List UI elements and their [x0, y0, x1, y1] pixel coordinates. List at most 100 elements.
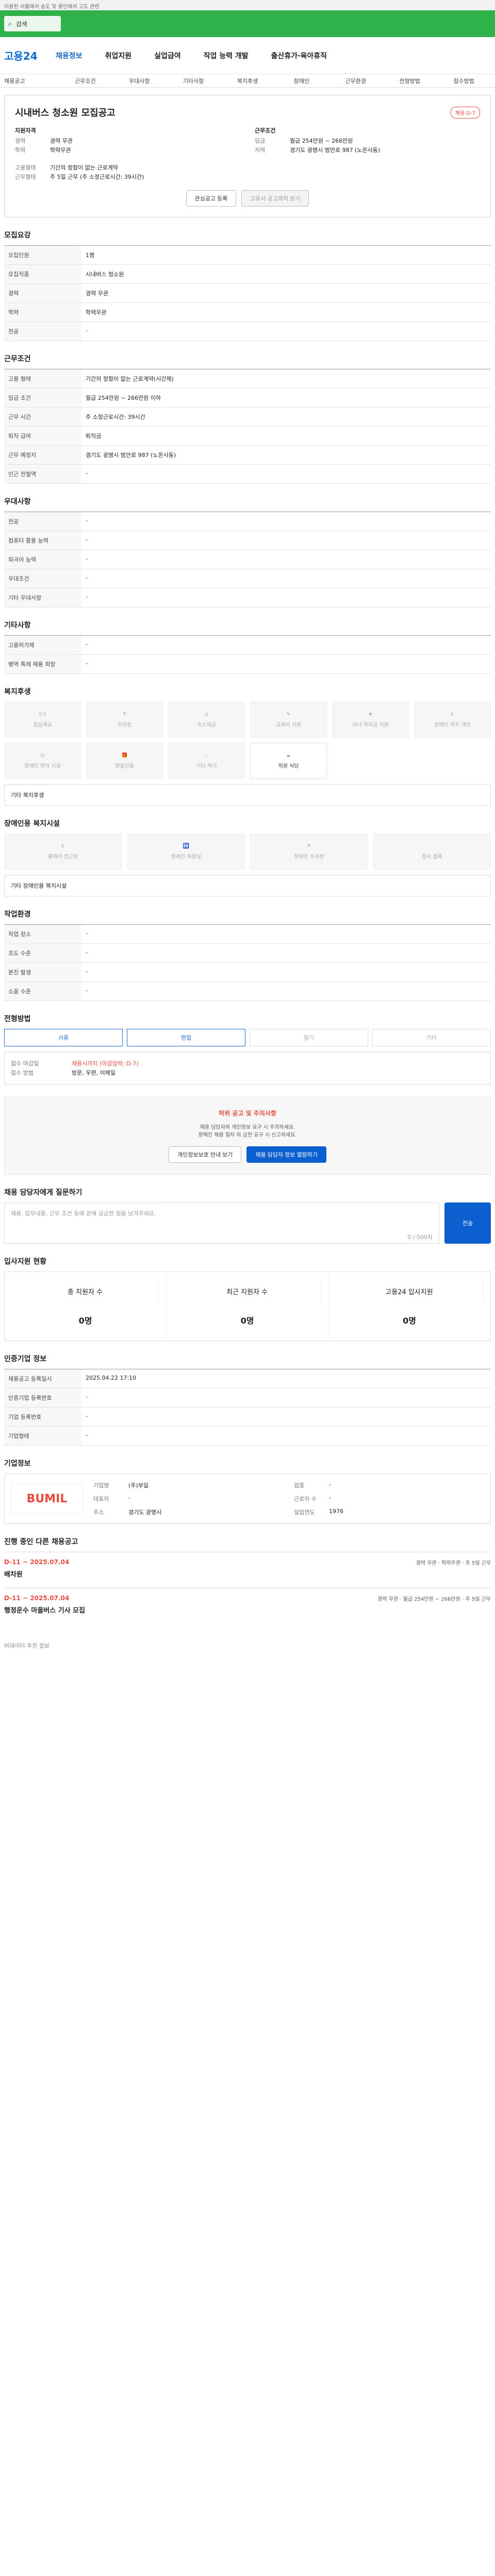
summary-key: 학력 [15, 147, 26, 154]
summary-key: 임금 [255, 138, 266, 144]
welfare-item: 🎁 명절선물 [86, 743, 163, 779]
table-key: 퇴직 급여 [4, 426, 81, 446]
table-row: 우대조건 - [4, 569, 491, 588]
etc-table: 고용허가제 - 병역 특례 채용 희망 - [4, 635, 491, 674]
question-counter: 0 / 500자 [407, 1234, 433, 1241]
table-key: 모집직종 [4, 264, 81, 284]
related-job[interactable]: D-11 ~ 2025.07.04 배차원 경력 무관 · 학력무관 · 주 5… [4, 1552, 491, 1588]
gnb-item[interactable]: 채용정보 [56, 50, 82, 61]
related-job-main: D-11 ~ 2025.07.04 배차원 [4, 1558, 406, 1582]
related-job-title[interactable]: 배차원 [4, 1569, 406, 1579]
table-value: - [81, 962, 491, 982]
summary-value: 경기도 광명시 범안로 987 (노온사동) [290, 147, 381, 154]
summary-value: 학력무관 [50, 147, 71, 154]
gnb-item[interactable]: 직업 능력 개발 [204, 50, 249, 61]
company-value: - [128, 1495, 130, 1501]
disability-item: ⋯ 점자 블록 [373, 834, 491, 870]
table-row: 조도 수준 - [4, 943, 491, 963]
braille-icon: ⋯ [429, 843, 435, 849]
favorite-button[interactable]: 관심공고 등록 [186, 190, 237, 207]
search-box[interactable]: ⌕ 검색 [4, 16, 61, 31]
alert-actions: 개인정보보호 안내 보기 채용 담당자 정보 열람하기 [16, 1146, 479, 1163]
table-key: 근무 예정지 [4, 445, 81, 465]
gnb: 채용정보 취업지원 실업급여 직업 능력 개발 출산휴가·육아휴직 [56, 50, 327, 61]
pref-table: 전공 - 컴퓨터 활용 능력 - 외국어 능력 - 우대조건 - 기타 우대사항 - [4, 512, 491, 607]
site-logo[interactable]: 고용24 [4, 48, 40, 63]
sub-nav-item[interactable]: 우대사항 [112, 77, 167, 85]
table-key: 고용 형태 [4, 369, 81, 388]
stat-label: 총 지원자 수 [12, 1279, 159, 1303]
gnb-item[interactable]: 출산휴가·육아휴직 [271, 50, 327, 61]
sub-nav-item[interactable]: 채용공고 [4, 77, 58, 85]
related-section: 진행 중인 다른 채용공고 D-11 ~ 2025.07.04 배차원 경력 무… [4, 1536, 491, 1624]
table-key: 임금 조건 [4, 388, 81, 408]
related-job-title[interactable]: 행정운수 마을버스 기사 모집 [4, 1605, 367, 1615]
similar-jobs-button[interactable]: 고유사 공고까지 보기 [241, 190, 309, 207]
bigdata-footer: 비대이터 추천 정보 [4, 1636, 491, 1655]
table-value: 경기도 광명시 범안로 987 (노온사동) [81, 445, 491, 465]
summary-left-label: 지원자격 [15, 127, 36, 134]
method-tab[interactable]: 서류 [4, 1029, 123, 1046]
fraud-alert: 허위 공고 및 주의사항 채용 담당자와 개인정보 요구 시 주의하세요. 정해… [4, 1097, 491, 1175]
disability-item: P 장애인 주차장 [250, 834, 368, 870]
disability-label: 장애인 주차장 [294, 854, 324, 860]
table-value: 1명 [81, 245, 491, 265]
question-textarea[interactable]: 채용, 업무내용, 근무 조건 등에 관해 궁금한 점을 남겨주세요. 0 / 5… [4, 1202, 439, 1244]
table-key: 소음 수준 [4, 981, 81, 1001]
section-title: 입사지원 현황 [4, 1258, 47, 1266]
table-key: 경력 [4, 283, 81, 303]
table-value: - [81, 569, 491, 588]
sub-nav-item[interactable]: 전형방법 [383, 77, 437, 85]
welfare-item: P 주차장 [86, 702, 163, 738]
pref-section: 우대사항 전공 - 컴퓨터 활용 능력 - 외국어 능력 - 우대조건 - 기타 우대사… [4, 496, 491, 607]
toilet-icon: 🚻 [183, 843, 189, 849]
gift-icon: 🎁 [121, 753, 128, 758]
sub-nav-item[interactable]: 기타사항 [167, 77, 221, 85]
contact-info-button[interactable]: 채용 담당자 정보 열람하기 [246, 1146, 326, 1163]
section-title: 채용 담당자에게 질문하기 [4, 1189, 82, 1197]
related-job[interactable]: D-11 ~ 2025.07.04 행정운수 마을버스 기사 모집 경력 무관 … [4, 1588, 491, 1624]
sub-nav-item[interactable]: 근무조건 [58, 77, 112, 85]
method-tab[interactable]: 기타 [372, 1029, 491, 1046]
table-value: 퇴직금 [81, 426, 491, 446]
company-info: 기업명 (주)부일 업종 - 대표자 - 근로자 수 - 주소 경기도 광명시 설립연도 1… [93, 1480, 484, 1517]
method-tab[interactable]: 필기 [250, 1029, 368, 1046]
table-row: 전공 - [4, 321, 491, 341]
send-button[interactable]: 전송 [444, 1202, 491, 1244]
parking-icon: P [307, 843, 311, 849]
table-value: - [81, 588, 491, 607]
sub-nav-item[interactable]: 접수방법 [437, 77, 491, 85]
apply-value: 채용시까지 (마감임박: D-7) [72, 1060, 139, 1067]
topbar-text: 이용된 서울에서 송도 및 용인에서 고도 관련 [4, 4, 100, 10]
summary-key: 근무형태 [15, 174, 36, 180]
welfare-item: ☕ 직원 식당 [250, 743, 327, 779]
sub-nav-item[interactable]: 복지후생 [221, 77, 275, 85]
company-section: 기업정보 BUMIL 기업명 (주)부일 업종 - 대표자 - 근로자 수 - 주소 경기… [4, 1458, 491, 1524]
sub-nav-item[interactable]: 근무환경 [328, 77, 383, 85]
table-row: 모집인원 1명 [4, 245, 491, 265]
summary-actions: 관심공고 등록 고유사 공고까지 보기 [15, 190, 480, 207]
method-tab[interactable]: 면접 [127, 1029, 245, 1046]
welfare-label: 명절선물 [115, 764, 134, 769]
welfare-label: 점심제공 [33, 722, 52, 728]
summary-right-label: 근무조건 [255, 127, 276, 134]
dday-badge: 채용 D-7 [450, 106, 480, 118]
table-value: - [81, 512, 491, 531]
table-key: 인근 전철역 [4, 464, 81, 484]
table-value: - [81, 464, 491, 484]
table-value: 월급 254만원 ~ 266만원 이하 [81, 388, 491, 408]
table-row: 분진 발생 - [4, 962, 491, 982]
company-value: 1976 [329, 1508, 343, 1515]
table-key: 기업형태 [4, 1426, 81, 1446]
sub-nav-item[interactable]: 장애인 [274, 77, 328, 85]
gnb-item[interactable]: 취업지원 [105, 50, 132, 61]
table-value: 2025.04.22 17:10 [81, 1369, 491, 1388]
company-key: 주소 [93, 1509, 104, 1516]
privacy-button[interactable]: 개인정보보호 안내 보기 [169, 1146, 242, 1163]
section-title: 진행 중인 다른 채용공고 [4, 1538, 78, 1546]
search-placeholder: 검색 [15, 20, 27, 28]
gnb-item[interactable]: 실업급여 [154, 50, 181, 61]
env-section: 작업환경 작업 장소 - 조도 수준 - 분진 발생 - 소음 수준 - [4, 909, 491, 1001]
disability-label: 점자 블록 [421, 854, 442, 860]
welfare-label: 장애인 처우 개선 [434, 722, 471, 728]
